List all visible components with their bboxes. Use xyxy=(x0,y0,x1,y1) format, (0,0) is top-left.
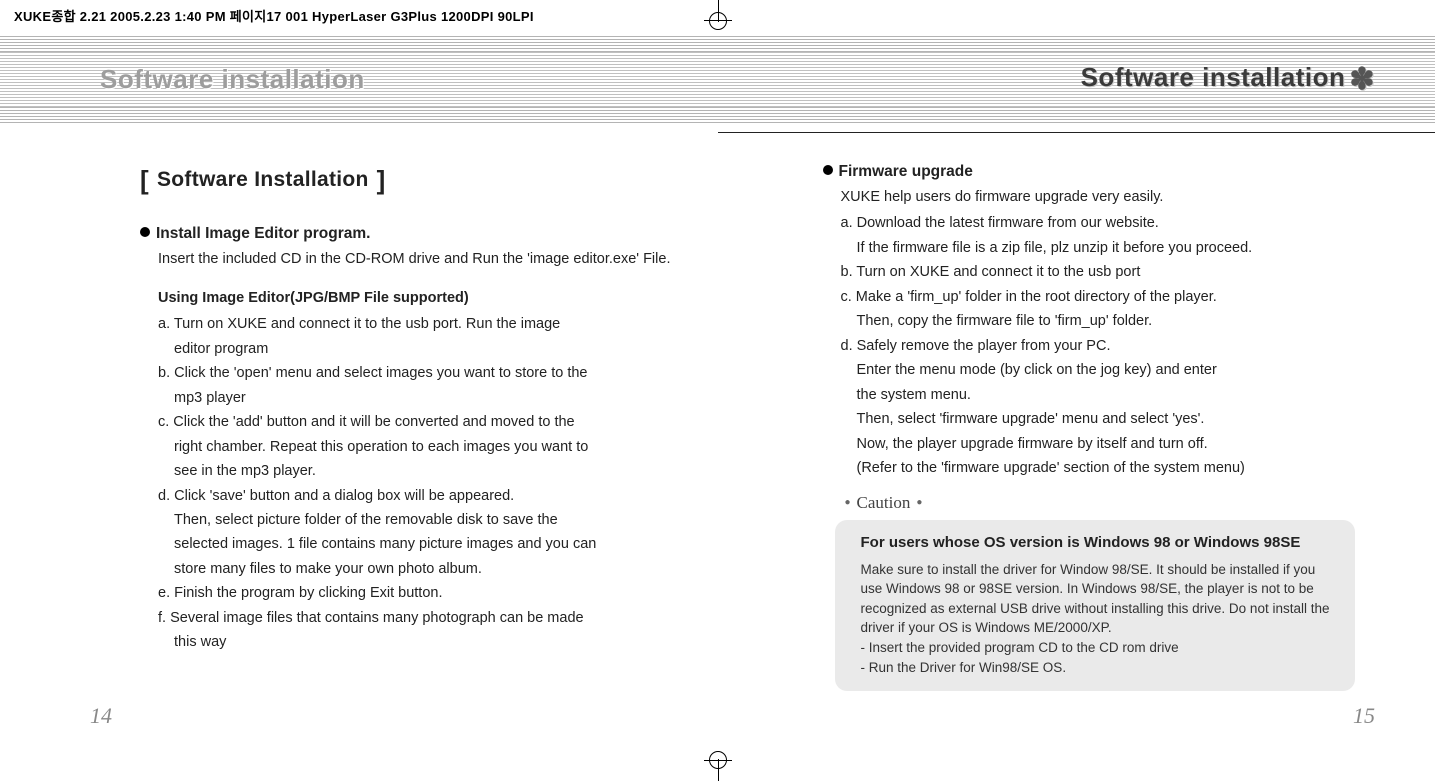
install-body-1: Insert the included CD in the CD-ROM dri… xyxy=(140,248,673,270)
page-number-left: 14 xyxy=(90,703,112,729)
bullet-dot-icon: ● xyxy=(916,497,922,508)
right-step-c-cont: Then, copy the firmware file to 'firm_up… xyxy=(823,310,1356,332)
header-title-right-text: Software installation xyxy=(1081,62,1346,92)
title-bar: Software installation Software installat… xyxy=(0,52,1435,107)
left-step-d-cont1: Then, select picture folder of the remov… xyxy=(140,509,673,531)
right-step-d-cont5: (Refer to the 'firmware upgrade' section… xyxy=(823,457,1356,479)
right-step-c: c. Make a 'firm_up' folder in the root d… xyxy=(823,286,1356,308)
caution-title: For users whose OS version is Windows 98… xyxy=(861,532,1337,554)
caution-body: Make sure to install the driver for Wind… xyxy=(861,560,1337,638)
right-step-b: b. Turn on XUKE and connect it to the us… xyxy=(823,261,1356,283)
firmware-heading: Firmware upgrade xyxy=(823,160,1356,184)
crop-cross-top xyxy=(704,20,732,21)
left-step-a-cont: editor program xyxy=(140,338,673,360)
left-page: [ Software Installation ] Install Image … xyxy=(0,160,733,741)
caution-line-2: - Run the Driver for Win98/SE OS. xyxy=(861,658,1337,678)
left-step-c: c. Click the 'add' button and it will be… xyxy=(140,411,673,433)
header-underline xyxy=(718,132,1435,133)
left-step-f: f. Several image files that contains man… xyxy=(140,607,673,629)
print-imprint: XUKE종합 2.21 2005.2.23 1:40 PM 페이지17 001 … xyxy=(14,6,534,25)
bracket-close-icon: ] xyxy=(377,160,386,200)
right-step-a: a. Download the latest firmware from our… xyxy=(823,212,1356,234)
header-stripes-bottom xyxy=(0,107,1435,123)
right-step-a-cont: If the firmware file is a zip file, plz … xyxy=(823,237,1356,259)
firmware-intro: XUKE help users do firmware upgrade very… xyxy=(823,186,1356,208)
bracket-open-icon: [ xyxy=(140,160,149,200)
left-step-d: d. Click 'save' button and a dialog box … xyxy=(140,485,673,507)
caution-label: ● Caution ● xyxy=(823,490,1356,516)
caution-line-1: - Insert the provided program CD to the … xyxy=(861,638,1337,658)
right-step-d-cont4: Now, the player upgrade firmware by itse… xyxy=(823,433,1356,455)
page-body: [ Software Installation ] Install Image … xyxy=(0,160,1435,741)
using-editor-heading: Using Image Editor(JPG/BMP File supporte… xyxy=(140,287,673,309)
asterisk-icon: ✽ xyxy=(1349,63,1375,96)
left-step-c-cont2: see in the mp3 player. xyxy=(140,460,673,482)
right-step-d: d. Safely remove the player from your PC… xyxy=(823,335,1356,357)
crop-cross-bottom xyxy=(704,760,732,761)
left-step-f-cont: this way xyxy=(140,631,673,653)
caution-label-text: Caution xyxy=(857,493,911,512)
bullet-dot-icon: ● xyxy=(845,497,851,508)
right-step-d-cont1: Enter the menu mode (by click on the jog… xyxy=(823,359,1356,381)
right-page: Firmware upgrade XUKE help users do firm… xyxy=(733,160,1435,741)
header-title-left: Software installation xyxy=(100,64,365,95)
left-step-b-cont: mp3 player xyxy=(140,387,673,409)
header-stripes-top xyxy=(0,36,1435,52)
header-title-right: Software installation✽ xyxy=(1081,62,1375,97)
left-step-d-cont3: store many files to make your own photo … xyxy=(140,558,673,580)
section-title: [ Software Installation ] xyxy=(140,160,673,200)
header: Software installation Software installat… xyxy=(0,36,1435,123)
section-title-text: Software Installation xyxy=(157,164,369,197)
left-step-d-cont2: selected images. 1 file contains many pi… xyxy=(140,533,673,555)
right-step-d-cont3: Then, select 'firmware upgrade' menu and… xyxy=(823,408,1356,430)
left-step-b: b. Click the 'open' menu and select imag… xyxy=(140,362,673,384)
right-step-d-cont2: the system menu. xyxy=(823,384,1356,406)
install-heading: Install Image Editor program. xyxy=(140,222,673,246)
page-number-right: 15 xyxy=(1353,703,1375,729)
left-step-c-cont1: right chamber. Repeat this operation to … xyxy=(140,436,673,458)
caution-box: For users whose OS version is Windows 98… xyxy=(835,520,1355,691)
crop-circle-top xyxy=(709,12,727,30)
left-step-a: a. Turn on XUKE and connect it to the us… xyxy=(140,313,673,335)
left-step-e: e. Finish the program by clicking Exit b… xyxy=(140,582,673,604)
